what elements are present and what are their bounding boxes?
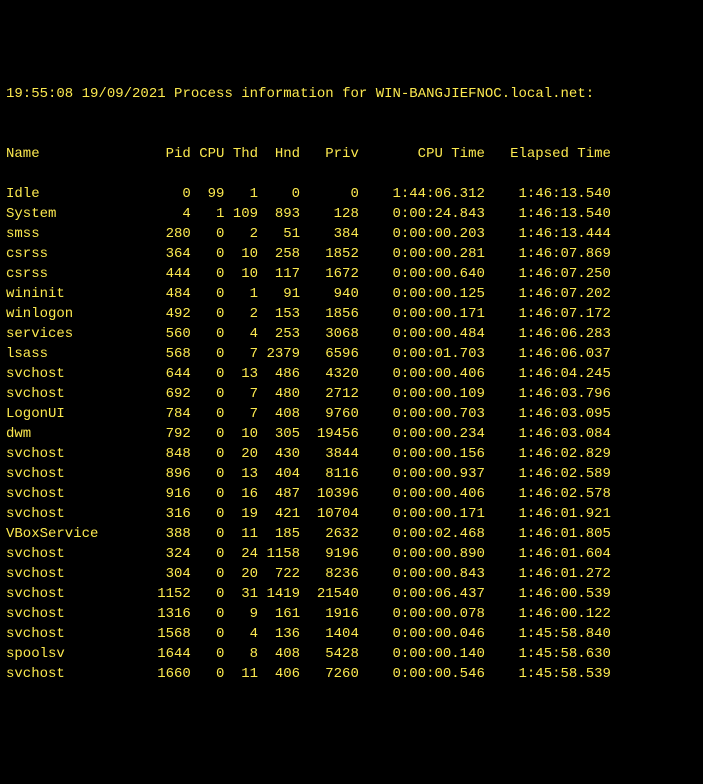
process-row: svchost 316 0 19 421 10704 0:00:00.171 1… bbox=[6, 504, 697, 524]
column-headers: Name Pid CPU Thd Hnd Priv CPU Time Elaps… bbox=[6, 144, 697, 164]
process-row: svchost 1316 0 9 161 1916 0:00:00.078 1:… bbox=[6, 604, 697, 624]
process-row: spoolsv 1644 0 8 408 5428 0:00:00.140 1:… bbox=[6, 644, 697, 664]
process-row: svchost 896 0 13 404 8116 0:00:00.937 1:… bbox=[6, 464, 697, 484]
process-row: LogonUI 784 0 7 408 9760 0:00:00.703 1:4… bbox=[6, 404, 697, 424]
process-row: lsass 568 0 7 2379 6596 0:00:01.703 1:46… bbox=[6, 344, 697, 364]
process-row: wininit 484 0 1 91 940 0:00:00.125 1:46:… bbox=[6, 284, 697, 304]
process-row: svchost 644 0 13 486 4320 0:00:00.406 1:… bbox=[6, 364, 697, 384]
process-row: csrss 444 0 10 117 1672 0:00:00.640 1:46… bbox=[6, 264, 697, 284]
process-row: svchost 1568 0 4 136 1404 0:00:00.046 1:… bbox=[6, 624, 697, 644]
process-row: csrss 364 0 10 258 1852 0:00:00.281 1:46… bbox=[6, 244, 697, 264]
header-text: Process information for bbox=[174, 86, 367, 102]
process-row: smss 280 0 2 51 384 0:00:00.203 1:46:13.… bbox=[6, 224, 697, 244]
process-row: VBoxService 388 0 11 185 2632 0:00:02.46… bbox=[6, 524, 697, 544]
header-line: 19:55:08 19/09/2021 Process information … bbox=[6, 84, 697, 104]
process-list: Idle 0 99 1 0 0 1:44:06.312 1:46:13.540S… bbox=[6, 184, 697, 684]
hostname: WIN-BANGJIEFNOC.local.net: bbox=[376, 86, 594, 102]
process-row: svchost 848 0 20 430 3844 0:00:00.156 1:… bbox=[6, 444, 697, 464]
process-row: winlogon 492 0 2 153 1856 0:00:00.171 1:… bbox=[6, 304, 697, 324]
process-row: svchost 304 0 20 722 8236 0:00:00.843 1:… bbox=[6, 564, 697, 584]
process-row: services 560 0 4 253 3068 0:00:00.484 1:… bbox=[6, 324, 697, 344]
process-row: System 4 1 109 893 128 0:00:24.843 1:46:… bbox=[6, 204, 697, 224]
timestamp: 19:55:08 19/09/2021 bbox=[6, 86, 166, 102]
process-row: Idle 0 99 1 0 0 1:44:06.312 1:46:13.540 bbox=[6, 184, 697, 204]
process-row: svchost 692 0 7 480 2712 0:00:00.109 1:4… bbox=[6, 384, 697, 404]
process-row: svchost 324 0 24 1158 9196 0:00:00.890 1… bbox=[6, 544, 697, 564]
process-row: dwm 792 0 10 305 19456 0:00:00.234 1:46:… bbox=[6, 424, 697, 444]
process-row: svchost 1660 0 11 406 7260 0:00:00.546 1… bbox=[6, 664, 697, 684]
process-row: svchost 1152 0 31 1419 21540 0:00:06.437… bbox=[6, 584, 697, 604]
process-row: svchost 916 0 16 487 10396 0:00:00.406 1… bbox=[6, 484, 697, 504]
